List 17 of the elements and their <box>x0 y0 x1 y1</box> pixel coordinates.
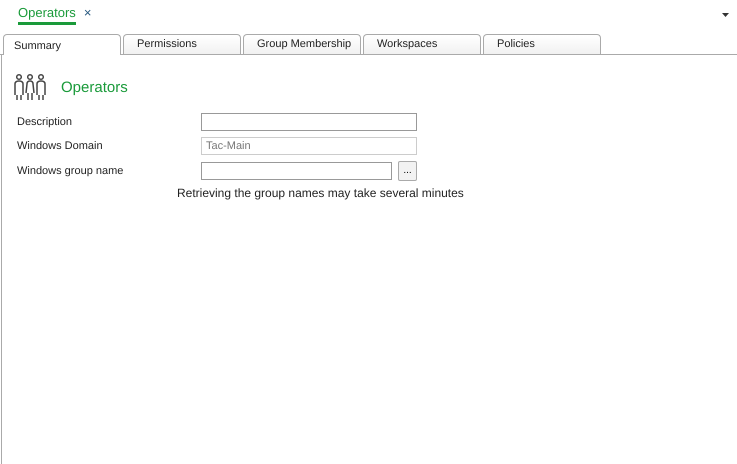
input-field[interactable] <box>201 113 417 131</box>
tab[interactable]: Policies <box>483 34 601 54</box>
page-title: Operators <box>61 78 128 96</box>
browse-button[interactable]: ... <box>398 161 417 181</box>
tab[interactable]: Summary <box>3 34 121 55</box>
close-button[interactable]: × <box>84 5 92 25</box>
dropdown-icon[interactable] <box>722 13 729 17</box>
tab[interactable]: Group Membership <box>243 34 361 54</box>
field-label: Windows Domain <box>17 140 104 152</box>
hint-text: Retrieving the group names may take several minutes <box>177 186 465 200</box>
document-tab[interactable]: Operators <box>18 5 76 25</box>
field-label: Description <box>17 116 74 128</box>
input-field[interactable] <box>201 162 392 180</box>
field-label: Windows group name <box>17 165 124 177</box>
tab[interactable]: Permissions <box>123 34 241 54</box>
people-icon <box>14 73 46 101</box>
tab[interactable]: Workspaces <box>363 34 481 54</box>
